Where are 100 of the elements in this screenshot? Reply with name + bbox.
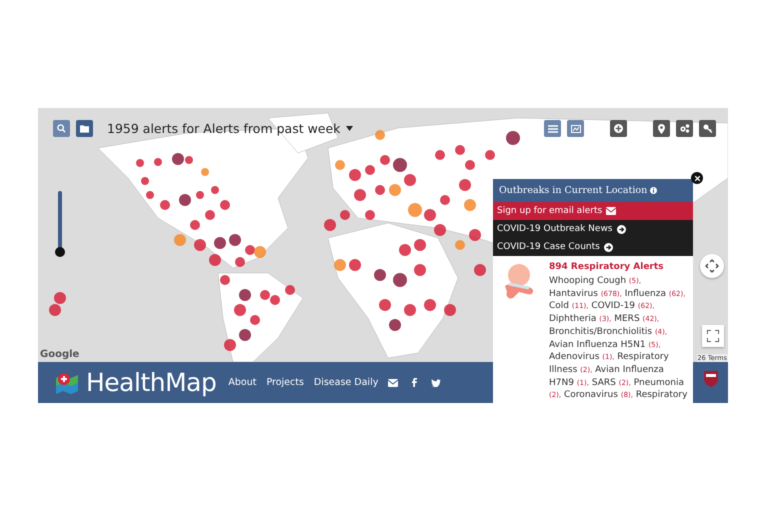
- slider-thumb[interactable]: [55, 247, 65, 257]
- fullscreen-button[interactable]: [702, 325, 724, 347]
- alert-marker[interactable]: [234, 304, 246, 316]
- google-logo: Google: [40, 349, 80, 360]
- alert-marker[interactable]: [389, 319, 401, 331]
- alert-marker[interactable]: [196, 191, 204, 199]
- alert-marker[interactable]: [374, 269, 386, 281]
- alert-marker[interactable]: [404, 304, 416, 316]
- alert-marker[interactable]: [220, 200, 230, 210]
- settings-button[interactable]: [676, 120, 693, 137]
- popup-menu-link[interactable]: Sign up for email alerts: [493, 202, 693, 220]
- alert-marker[interactable]: [435, 150, 445, 160]
- alert-marker[interactable]: [239, 289, 251, 301]
- alert-marker[interactable]: [194, 239, 206, 251]
- alert-marker[interactable]: [474, 264, 486, 276]
- mail-icon[interactable]: [388, 378, 398, 386]
- twitter-icon[interactable]: [431, 378, 442, 386]
- zoom-slider[interactable]: [55, 191, 65, 257]
- alert-marker[interactable]: [465, 160, 475, 170]
- footer-link[interactable]: Disease Daily: [314, 377, 378, 388]
- alert-marker[interactable]: [185, 156, 193, 164]
- alert-marker[interactable]: [245, 245, 255, 255]
- caret-icon[interactable]: [346, 126, 354, 131]
- alert-marker[interactable]: [414, 264, 426, 276]
- alert-marker[interactable]: [375, 185, 385, 195]
- alert-marker[interactable]: [354, 189, 366, 201]
- alert-marker[interactable]: [469, 229, 481, 241]
- alert-marker[interactable]: [424, 299, 436, 311]
- alert-marker[interactable]: [393, 273, 407, 287]
- alert-marker[interactable]: [349, 259, 361, 271]
- alerts-filter-dropdown[interactable]: 1959 alerts for Alerts from past week: [107, 121, 340, 136]
- alert-marker[interactable]: [404, 174, 416, 186]
- key-button[interactable]: [699, 120, 716, 137]
- alert-marker[interactable]: [379, 299, 391, 311]
- alert-marker[interactable]: [455, 145, 465, 155]
- alert-marker[interactable]: [506, 131, 520, 145]
- alert-marker[interactable]: [380, 155, 390, 165]
- alert-marker[interactable]: [444, 304, 456, 316]
- alert-marker[interactable]: [220, 275, 230, 285]
- alert-marker[interactable]: [235, 257, 245, 267]
- alert-marker[interactable]: [365, 165, 375, 175]
- alert-marker[interactable]: [214, 237, 226, 249]
- alert-marker[interactable]: [190, 220, 200, 230]
- alert-marker[interactable]: [285, 285, 295, 295]
- recenter-button[interactable]: [700, 254, 724, 278]
- alert-marker[interactable]: [393, 158, 407, 172]
- alert-marker[interactable]: [209, 254, 221, 266]
- alert-marker[interactable]: [455, 240, 465, 250]
- alert-marker[interactable]: [399, 244, 411, 256]
- alert-marker[interactable]: [375, 130, 385, 140]
- brand-name[interactable]: HealthMap: [86, 368, 216, 397]
- alert-marker[interactable]: [146, 191, 154, 199]
- alert-marker[interactable]: [389, 184, 401, 196]
- alert-marker[interactable]: [49, 304, 61, 316]
- alert-marker[interactable]: [464, 199, 476, 211]
- location-button[interactable]: [653, 120, 670, 137]
- alert-marker[interactable]: [211, 186, 219, 194]
- alert-marker[interactable]: [335, 160, 345, 170]
- alert-marker[interactable]: [324, 219, 336, 231]
- alert-marker[interactable]: [205, 210, 215, 220]
- list-view-button[interactable]: [544, 120, 561, 137]
- alert-marker[interactable]: [260, 290, 270, 300]
- alert-marker[interactable]: [414, 239, 426, 251]
- facebook-icon[interactable]: [412, 378, 418, 387]
- alert-marker[interactable]: [201, 168, 209, 176]
- popup-menu-link[interactable]: COVID-19 Outbreak News: [493, 220, 693, 238]
- alert-marker[interactable]: [229, 234, 241, 246]
- alert-marker[interactable]: [239, 329, 251, 341]
- alert-marker[interactable]: [408, 203, 422, 217]
- chart-view-button[interactable]: [567, 120, 584, 137]
- alert-marker[interactable]: [174, 234, 186, 246]
- info-icon[interactable]: [650, 187, 658, 194]
- alert-marker[interactable]: [172, 153, 184, 165]
- alert-marker[interactable]: [54, 292, 66, 304]
- alert-marker[interactable]: [179, 194, 191, 206]
- key-icon: [702, 124, 712, 133]
- alert-marker[interactable]: [334, 259, 346, 271]
- category-title[interactable]: 894 Respiratory Alerts: [549, 262, 689, 272]
- alert-marker[interactable]: [349, 169, 361, 181]
- search-button[interactable]: [53, 120, 70, 137]
- alert-marker[interactable]: [160, 200, 170, 210]
- footer-link[interactable]: About: [228, 377, 256, 388]
- alert-marker[interactable]: [340, 210, 350, 220]
- alert-marker[interactable]: [250, 315, 260, 325]
- alert-marker[interactable]: [254, 246, 266, 258]
- alert-marker[interactable]: [440, 195, 450, 205]
- alert-marker[interactable]: [224, 339, 236, 351]
- popup-menu-link[interactable]: COVID-19 Case Counts: [493, 238, 693, 256]
- alert-marker[interactable]: [485, 150, 495, 160]
- alert-marker[interactable]: [270, 295, 280, 305]
- add-button[interactable]: [610, 120, 627, 137]
- alert-marker[interactable]: [424, 209, 436, 221]
- alert-marker[interactable]: [136, 159, 144, 167]
- alert-marker[interactable]: [459, 179, 471, 191]
- alert-marker[interactable]: [434, 224, 446, 236]
- footer-link[interactable]: Projects: [266, 377, 304, 388]
- alert-marker[interactable]: [141, 177, 149, 185]
- alert-marker[interactable]: [154, 158, 162, 166]
- alert-marker[interactable]: [365, 210, 375, 220]
- folder-button[interactable]: [76, 120, 93, 137]
